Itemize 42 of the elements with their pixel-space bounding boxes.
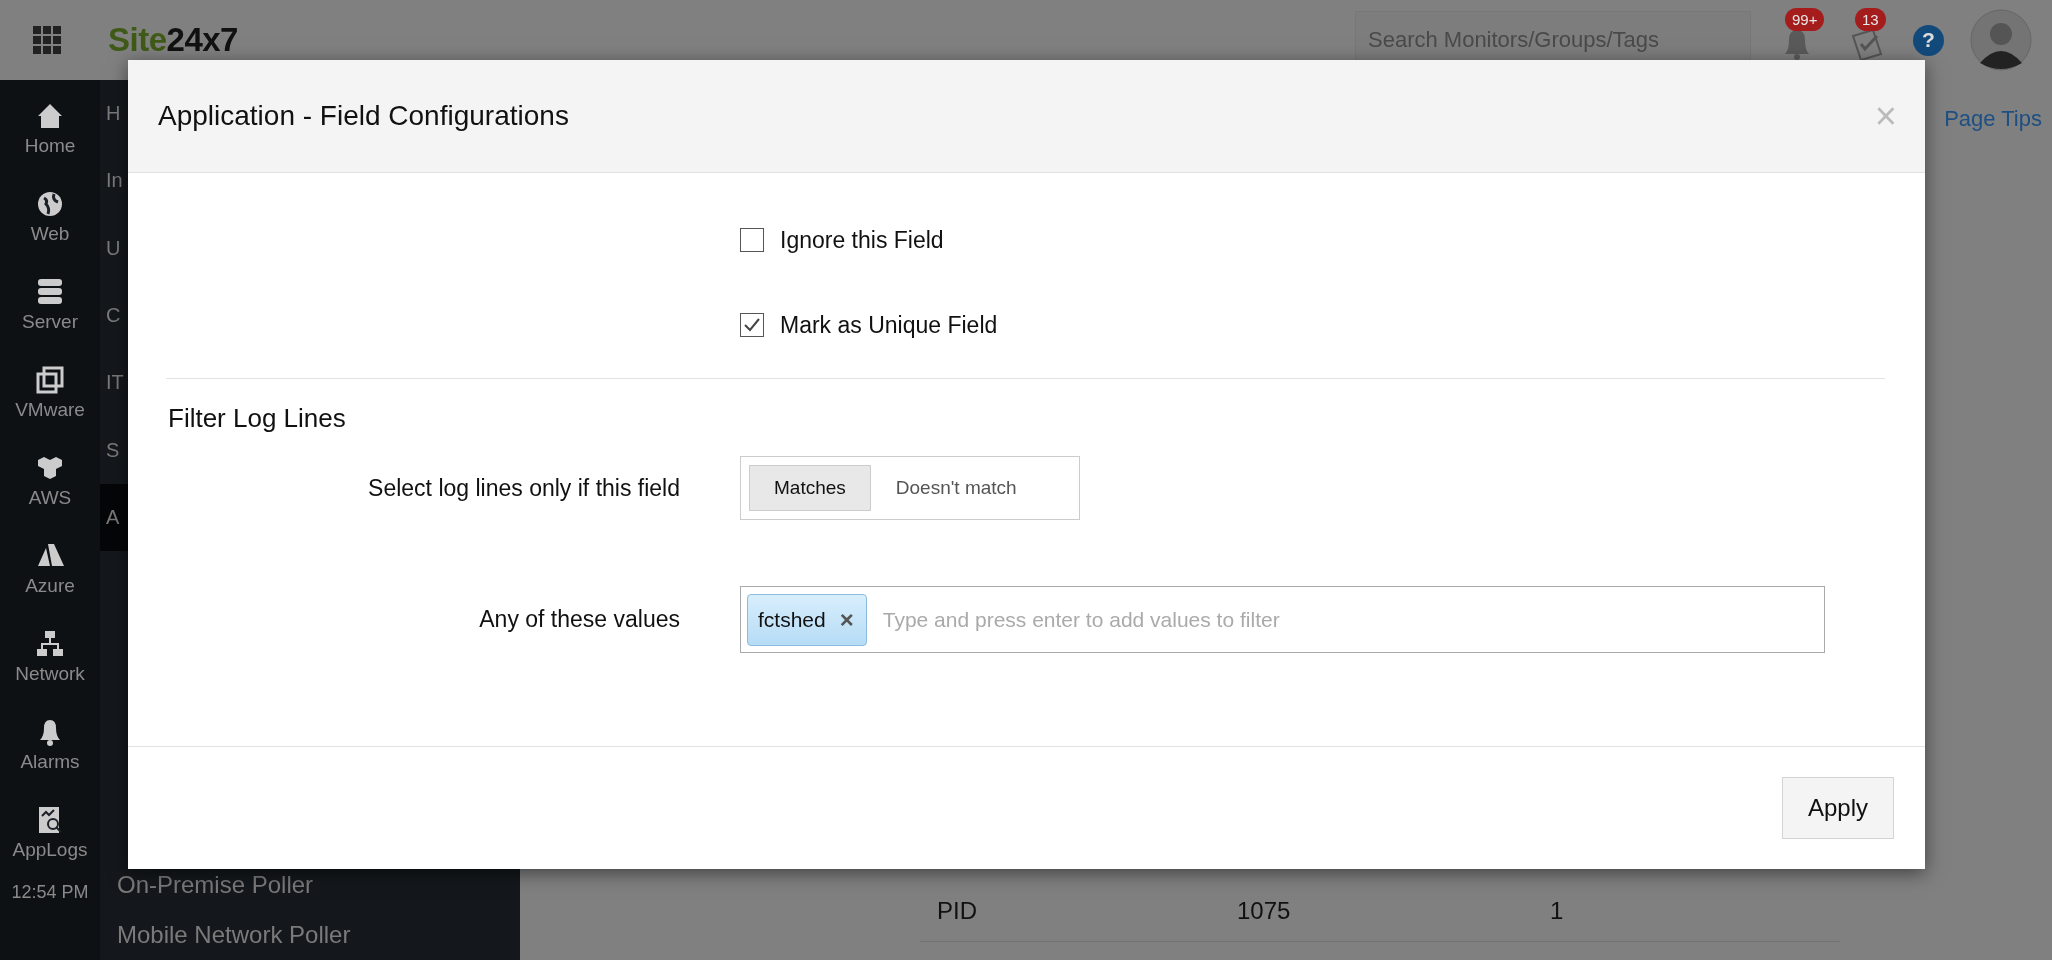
nav-label[interactable]: Web (30, 222, 70, 245)
nav-label[interactable]: Alarms (20, 750, 80, 773)
nav-label[interactable]: Home (24, 134, 76, 157)
toggle-option[interactable]: Doesn't match (870, 465, 1042, 511)
field-label: Any of these values (478, 606, 680, 633)
checkbox-label[interactable]: Ignore this Field (780, 226, 944, 254)
menu-item[interactable]: C (100, 281, 128, 350)
checkbox-label[interactable]: Mark as Unique Field (780, 311, 998, 339)
checkmark-icon (743, 317, 761, 333)
logo[interactable]: Site24x7 (108, 21, 238, 59)
nav-label[interactable]: Network (15, 662, 85, 685)
remove-tag-button[interactable]: × (839, 605, 854, 634)
apply-button[interactable]: Apply (1782, 777, 1894, 839)
menu-item[interactable]: A (100, 483, 128, 551)
avatar[interactable] (1970, 9, 2032, 71)
checkbox[interactable] (740, 313, 764, 337)
menu-item[interactable]: Mobile Network Poller (100, 909, 351, 960)
checkbox[interactable] (740, 228, 764, 252)
table-cell-text: 1075 (1237, 896, 1292, 925)
apps-grid-icon[interactable] (33, 26, 61, 54)
nav-label[interactable]: VMware (15, 398, 85, 421)
dialog-title: Application - Field Configurations (158, 100, 569, 132)
menu-item[interactable]: IT (100, 349, 128, 417)
tag-input-field[interactable]: fctshed × Type and press enter to add values to filter (740, 586, 1825, 653)
tag-label: fctshed (758, 607, 826, 632)
nav-label[interactable]: Server (22, 310, 78, 333)
table-cell-text: PID (937, 896, 978, 925)
section-heading: Filter Log Lines (167, 402, 347, 435)
table-cell-text: 1 (1550, 896, 1565, 925)
menu-item[interactable]: In (100, 147, 128, 215)
menu-item[interactable]: H (100, 80, 128, 148)
help-button[interactable]: ? (1913, 24, 1944, 56)
nav-label[interactable]: AWS (28, 486, 72, 509)
count-badge: 13 (1855, 8, 1886, 31)
clock-time: 12:54 PM (11, 882, 89, 903)
menu-item[interactable]: U (100, 214, 128, 282)
nav-label[interactable]: AppLogs (12, 838, 88, 861)
toggle-option[interactable]: Matches (749, 465, 871, 511)
count-badge: 99+ (1785, 8, 1825, 31)
nav-label[interactable]: Azure (25, 574, 75, 597)
menu-item[interactable]: S (100, 416, 128, 484)
field-label: Select log lines only if this field (367, 474, 680, 502)
